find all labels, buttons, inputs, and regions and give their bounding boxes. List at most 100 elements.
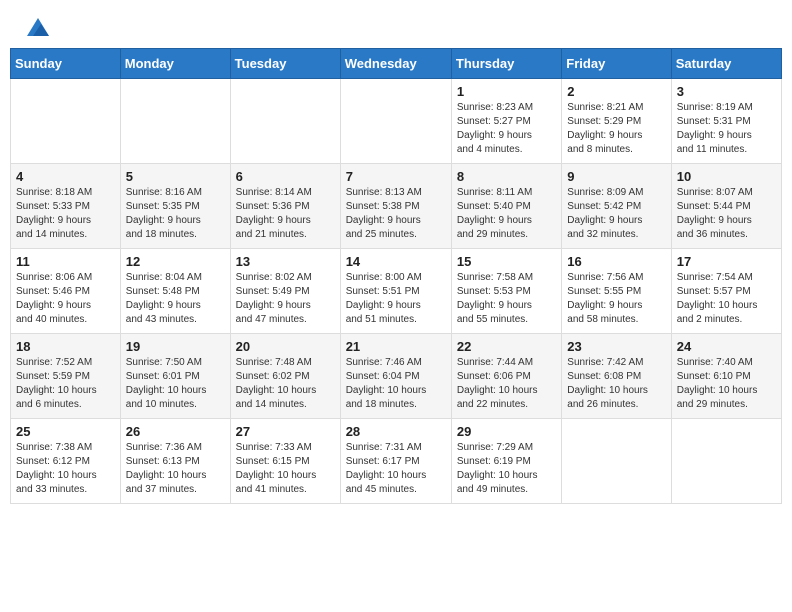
- day-number: 8: [457, 169, 556, 184]
- calendar-cell: 3 Sunrise: 8:19 AM Sunset: 5:31 PM Daylig…: [671, 79, 781, 164]
- day-info: Sunrise: 8:00 AM Sunset: 5:51 PM Dayligh…: [346, 271, 446, 327]
- day-number: 4: [16, 169, 115, 184]
- day-info: Sunrise: 7:58 AM Sunset: 5:53 PM Dayligh…: [457, 271, 556, 327]
- page-header: [0, 0, 792, 48]
- day-info: Sunrise: 7:48 AM Sunset: 6:02 PM Dayligh…: [236, 356, 335, 412]
- calendar-cell: 4 Sunrise: 8:18 AM Sunset: 5:33 PM Daylig…: [11, 164, 121, 249]
- weekday-header-saturday: Saturday: [671, 49, 781, 79]
- calendar-cell: 26 Sunrise: 7:36 AM Sunset: 6:13 PM Dayli…: [120, 419, 230, 504]
- day-number: 2: [567, 84, 665, 99]
- calendar-cell: 9 Sunrise: 8:09 AM Sunset: 5:42 PM Daylig…: [562, 164, 671, 249]
- calendar-cell: 7 Sunrise: 8:13 AM Sunset: 5:38 PM Daylig…: [340, 164, 451, 249]
- calendar-cell: 14Sunrise: 8:00 AM Sunset: 5:51 PM Dayli…: [340, 249, 451, 334]
- calendar-cell: 24Sunrise: 7:40 AM Sunset: 6:10 PM Dayli…: [671, 334, 781, 419]
- day-number: 20: [236, 339, 335, 354]
- calendar-cell: 19 Sunrise: 7:50 AM Sunset: 6:01 PM Dayli…: [120, 334, 230, 419]
- day-info: Sunrise: 8:06 AM Sunset: 5:46 PM Dayligh…: [16, 271, 115, 327]
- day-number: 9: [567, 169, 665, 184]
- calendar-cell: [671, 419, 781, 504]
- weekday-header-sunday: Sunday: [11, 49, 121, 79]
- day-info: Sunrise: 8:19 AM Sunset: 5:31 PM Dayligh…: [677, 101, 776, 157]
- calendar-week-row: 11 Sunrise: 8:06 AM Sunset: 5:46 PM Dayli…: [11, 249, 782, 334]
- logo-icon: [27, 18, 49, 36]
- day-number: 7: [346, 169, 446, 184]
- calendar-cell: 25 Sunrise: 7:38 AM Sunset: 6:12 PM Dayli…: [11, 419, 121, 504]
- day-info: Sunrise: 7:54 AM Sunset: 5:57 PM Dayligh…: [677, 271, 776, 327]
- day-info: Sunrise: 8:13 AM Sunset: 5:38 PM Dayligh…: [346, 186, 446, 242]
- calendar-cell: 12 Sunrise: 8:04 AM Sunset: 5:48 PM Dayli…: [120, 249, 230, 334]
- day-number: 26: [126, 424, 225, 439]
- calendar-week-row: 18 Sunrise: 7:52 AM Sunset: 5:59 PM Dayli…: [11, 334, 782, 419]
- day-info: Sunrise: 8:21 AM Sunset: 5:29 PM Dayligh…: [567, 101, 665, 157]
- calendar-cell: 18 Sunrise: 7:52 AM Sunset: 5:59 PM Dayli…: [11, 334, 121, 419]
- weekday-header-thursday: Thursday: [451, 49, 561, 79]
- day-info: Sunrise: 7:29 AM Sunset: 6:19 PM Dayligh…: [457, 441, 556, 497]
- calendar-cell: 2 Sunrise: 8:21 AM Sunset: 5:29 PM Daylig…: [562, 79, 671, 164]
- calendar-wrap: SundayMondayTuesdayWednesdayThursdayFrid…: [0, 48, 792, 514]
- calendar-cell: 5Sunrise: 8:16 AM Sunset: 5:35 PM Daylig…: [120, 164, 230, 249]
- day-number: 24: [677, 339, 776, 354]
- day-info: Sunrise: 8:23 AM Sunset: 5:27 PM Dayligh…: [457, 101, 556, 157]
- calendar-cell: [562, 419, 671, 504]
- day-info: Sunrise: 7:46 AM Sunset: 6:04 PM Dayligh…: [346, 356, 446, 412]
- weekday-header-tuesday: Tuesday: [230, 49, 340, 79]
- day-info: Sunrise: 8:04 AM Sunset: 5:48 PM Dayligh…: [126, 271, 225, 327]
- calendar-cell: 29 Sunrise: 7:29 AM Sunset: 6:19 PM Dayli…: [451, 419, 561, 504]
- day-number: 15: [457, 254, 556, 269]
- day-info: Sunrise: 7:31 AM Sunset: 6:17 PM Dayligh…: [346, 441, 446, 497]
- day-number: 19: [126, 339, 225, 354]
- day-info: Sunrise: 7:42 AM Sunset: 6:08 PM Dayligh…: [567, 356, 665, 412]
- day-info: Sunrise: 8:16 AM Sunset: 5:35 PM Dayligh…: [126, 186, 225, 242]
- calendar-cell: 27 Sunrise: 7:33 AM Sunset: 6:15 PM Dayli…: [230, 419, 340, 504]
- calendar-cell: 10Sunrise: 8:07 AM Sunset: 5:44 PM Dayli…: [671, 164, 781, 249]
- logo: [24, 18, 49, 40]
- calendar-cell: 11 Sunrise: 8:06 AM Sunset: 5:46 PM Dayli…: [11, 249, 121, 334]
- day-info: Sunrise: 7:56 AM Sunset: 5:55 PM Dayligh…: [567, 271, 665, 327]
- calendar-week-row: 1Sunrise: 8:23 AM Sunset: 5:27 PM Daylig…: [11, 79, 782, 164]
- day-number: 25: [16, 424, 115, 439]
- weekday-header-monday: Monday: [120, 49, 230, 79]
- calendar-cell: 28 Sunrise: 7:31 AM Sunset: 6:17 PM Dayli…: [340, 419, 451, 504]
- day-number: 10: [677, 169, 776, 184]
- calendar-cell: [340, 79, 451, 164]
- calendar-week-row: 25 Sunrise: 7:38 AM Sunset: 6:12 PM Dayli…: [11, 419, 782, 504]
- day-info: Sunrise: 7:44 AM Sunset: 6:06 PM Dayligh…: [457, 356, 556, 412]
- calendar-cell: 22 Sunrise: 7:44 AM Sunset: 6:06 PM Dayli…: [451, 334, 561, 419]
- day-info: Sunrise: 7:50 AM Sunset: 6:01 PM Dayligh…: [126, 356, 225, 412]
- day-info: Sunrise: 7:52 AM Sunset: 5:59 PM Dayligh…: [16, 356, 115, 412]
- calendar-header: SundayMondayTuesdayWednesdayThursdayFrid…: [11, 49, 782, 79]
- day-number: 22: [457, 339, 556, 354]
- day-info: Sunrise: 8:18 AM Sunset: 5:33 PM Dayligh…: [16, 186, 115, 242]
- day-number: 23: [567, 339, 665, 354]
- day-number: 18: [16, 339, 115, 354]
- calendar-cell: [11, 79, 121, 164]
- weekday-header-wednesday: Wednesday: [340, 49, 451, 79]
- calendar-cell: 13Sunrise: 8:02 AM Sunset: 5:49 PM Dayli…: [230, 249, 340, 334]
- day-number: 16: [567, 254, 665, 269]
- day-info: Sunrise: 7:38 AM Sunset: 6:12 PM Dayligh…: [16, 441, 115, 497]
- day-number: 13: [236, 254, 335, 269]
- day-number: 17: [677, 254, 776, 269]
- day-number: 3: [677, 84, 776, 99]
- calendar-cell: 21 Sunrise: 7:46 AM Sunset: 6:04 PM Dayli…: [340, 334, 451, 419]
- calendar-cell: [120, 79, 230, 164]
- day-info: Sunrise: 8:11 AM Sunset: 5:40 PM Dayligh…: [457, 186, 556, 242]
- day-info: Sunrise: 7:33 AM Sunset: 6:15 PM Dayligh…: [236, 441, 335, 497]
- weekday-header-friday: Friday: [562, 49, 671, 79]
- day-number: 27: [236, 424, 335, 439]
- day-number: 11: [16, 254, 115, 269]
- calendar-cell: 15 Sunrise: 7:58 AM Sunset: 5:53 PM Dayli…: [451, 249, 561, 334]
- calendar-cell: 20 Sunrise: 7:48 AM Sunset: 6:02 PM Dayli…: [230, 334, 340, 419]
- day-number: 29: [457, 424, 556, 439]
- day-number: 12: [126, 254, 225, 269]
- calendar-cell: 8 Sunrise: 8:11 AM Sunset: 5:40 PM Daylig…: [451, 164, 561, 249]
- calendar-cell: 6Sunrise: 8:14 AM Sunset: 5:36 PM Daylig…: [230, 164, 340, 249]
- day-number: 28: [346, 424, 446, 439]
- calendar-cell: 16 Sunrise: 7:56 AM Sunset: 5:55 PM Dayli…: [562, 249, 671, 334]
- calendar-table: SundayMondayTuesdayWednesdayThursdayFrid…: [10, 48, 782, 504]
- calendar-week-row: 4 Sunrise: 8:18 AM Sunset: 5:33 PM Daylig…: [11, 164, 782, 249]
- day-info: Sunrise: 8:09 AM Sunset: 5:42 PM Dayligh…: [567, 186, 665, 242]
- day-number: 21: [346, 339, 446, 354]
- calendar-cell: 1Sunrise: 8:23 AM Sunset: 5:27 PM Daylig…: [451, 79, 561, 164]
- day-info: Sunrise: 7:36 AM Sunset: 6:13 PM Dayligh…: [126, 441, 225, 497]
